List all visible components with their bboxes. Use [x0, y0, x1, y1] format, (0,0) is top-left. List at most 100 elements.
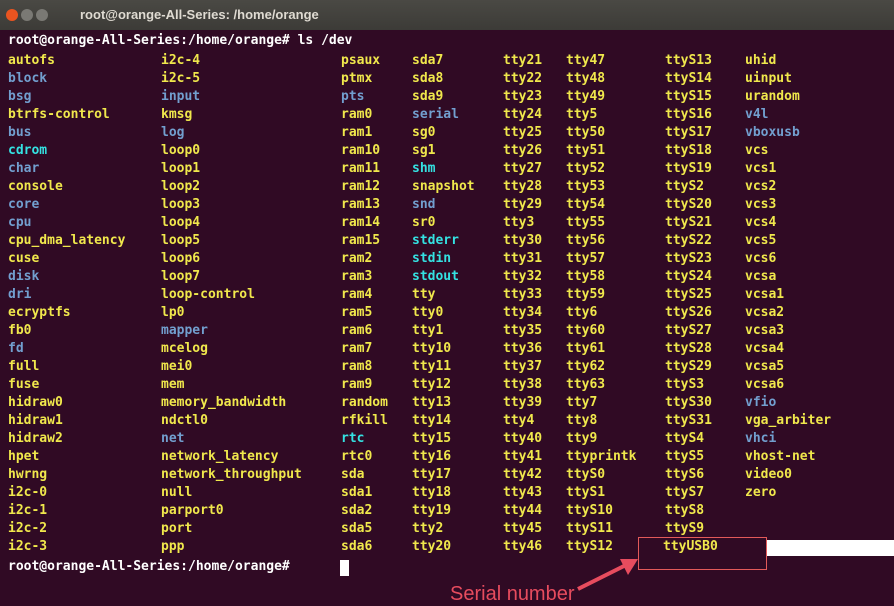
dev-entry: autofs — [8, 53, 55, 68]
dev-entry: lp0 — [161, 305, 185, 320]
dev-entry: tty22 — [503, 71, 543, 86]
dev-entry: tty39 — [503, 395, 543, 410]
dev-entry: sda — [341, 467, 365, 482]
dev-entry: vhost-net — [745, 449, 816, 464]
dev-entry: tty40 — [503, 431, 543, 446]
dev-entry: ppp — [161, 539, 185, 554]
dev-entry: zero — [745, 485, 777, 500]
dev-entry: ttyS22 — [665, 233, 712, 248]
dev-entry: ttyS2 — [665, 179, 705, 194]
dev-entry: ptmx — [341, 71, 373, 86]
dev-entry: ttyS10 — [566, 503, 613, 518]
dev-entry: tty27 — [503, 161, 543, 176]
dev-entry: loop3 — [161, 197, 201, 212]
dev-entry: i2c-3 — [8, 539, 48, 554]
dev-entry: sda9 — [412, 89, 444, 104]
dev-entry: net — [161, 431, 185, 446]
highlight-box — [638, 537, 767, 570]
dev-entry: tty55 — [566, 215, 606, 230]
dev-entry: vfio — [745, 395, 777, 410]
dev-entry: tty18 — [412, 485, 452, 500]
dev-entry: loop-control — [161, 287, 255, 302]
terminal-area[interactable]: root@orange-All-Series:/home/orange# ls … — [0, 30, 894, 606]
dev-entry: tty46 — [503, 539, 543, 554]
close-icon[interactable] — [6, 9, 18, 21]
dev-entry: ecryptfs — [8, 305, 71, 320]
dev-entry: tty56 — [566, 233, 606, 248]
dev-entry: tty35 — [503, 323, 543, 338]
dev-entry: tty33 — [503, 287, 543, 302]
dev-entry: ttyS25 — [665, 287, 712, 302]
dev-entry: ttyS30 — [665, 395, 712, 410]
dev-entry: serial — [412, 107, 459, 122]
dev-entry: snd — [412, 197, 436, 212]
highlight-bar — [766, 540, 894, 556]
dev-entry: network_latency — [161, 449, 279, 464]
dev-entry: tty59 — [566, 287, 606, 302]
dev-entry: tty37 — [503, 359, 543, 374]
dev-entry: console — [8, 179, 63, 194]
dev-entry: vcsa4 — [745, 341, 785, 356]
dev-entry: snapshot — [412, 179, 475, 194]
dev-entry: stdout — [412, 269, 459, 284]
dev-entry: tty45 — [503, 521, 543, 536]
dev-entry: tty31 — [503, 251, 543, 266]
dev-entry: parport0 — [161, 503, 224, 518]
dev-entry: random — [341, 395, 388, 410]
dev-entry: ttyS1 — [566, 485, 606, 500]
maximize-icon[interactable] — [36, 9, 48, 21]
dev-entry: tty62 — [566, 359, 606, 374]
dev-entry: ram11 — [341, 161, 381, 176]
dev-entry: tty7 — [566, 395, 598, 410]
minimize-icon[interactable] — [21, 9, 33, 21]
dev-entry: cpu — [8, 215, 32, 230]
dev-entry: tty14 — [412, 413, 452, 428]
dev-entry: tty11 — [412, 359, 452, 374]
dev-entry: tty50 — [566, 125, 606, 140]
dev-entry: vcsa5 — [745, 359, 785, 374]
dev-entry: tty42 — [503, 467, 543, 482]
dev-entry: ttyS11 — [566, 521, 613, 536]
dev-entry: block — [8, 71, 48, 86]
dev-entry: tty58 — [566, 269, 606, 284]
dev-entry: ttyS26 — [665, 305, 712, 320]
text-cursor — [340, 560, 349, 576]
dev-entry: uinput — [745, 71, 792, 86]
dev-entry: ram9 — [341, 377, 373, 392]
dev-entry: ram13 — [341, 197, 381, 212]
dev-entry: ttyS20 — [665, 197, 712, 212]
dev-entry: vhci — [745, 431, 777, 446]
dev-entry: loop5 — [161, 233, 201, 248]
dev-entry: fd — [8, 341, 24, 356]
dev-entry: tty0 — [412, 305, 444, 320]
dev-entry: shm — [412, 161, 436, 176]
dev-entry: i2c-5 — [161, 71, 201, 86]
dev-entry: sda1 — [341, 485, 373, 500]
dev-entry: ram14 — [341, 215, 381, 230]
dev-entry: vcsa1 — [745, 287, 785, 302]
dev-entry: ttyS27 — [665, 323, 712, 338]
dev-entry: tty25 — [503, 125, 543, 140]
dev-entry: tty54 — [566, 197, 606, 212]
dev-entry: fuse — [8, 377, 40, 392]
dev-entry: tty5 — [566, 107, 598, 122]
dev-entry: ttyS31 — [665, 413, 712, 428]
dev-entry: tty57 — [566, 251, 606, 266]
dev-entry: sr0 — [412, 215, 436, 230]
dev-entry: tty26 — [503, 143, 543, 158]
dev-entry: rfkill — [341, 413, 388, 428]
dev-entry: ttyS18 — [665, 143, 712, 158]
dev-entry: tty — [412, 287, 436, 302]
dev-entry: bus — [8, 125, 32, 140]
dev-entry: cpu_dma_latency — [8, 233, 126, 248]
dev-entry: vcs5 — [745, 233, 777, 248]
dev-entry: video0 — [745, 467, 792, 482]
dev-entry: full — [8, 359, 40, 374]
dev-entry: ram6 — [341, 323, 373, 338]
dev-entry: tty43 — [503, 485, 543, 500]
window-title: root@orange-All-Series: /home/orange — [80, 7, 319, 22]
dev-entry: tty29 — [503, 197, 543, 212]
dev-entry: ttyS9 — [665, 521, 705, 536]
dev-entry: ram5 — [341, 305, 373, 320]
dev-entry: ram7 — [341, 341, 373, 356]
